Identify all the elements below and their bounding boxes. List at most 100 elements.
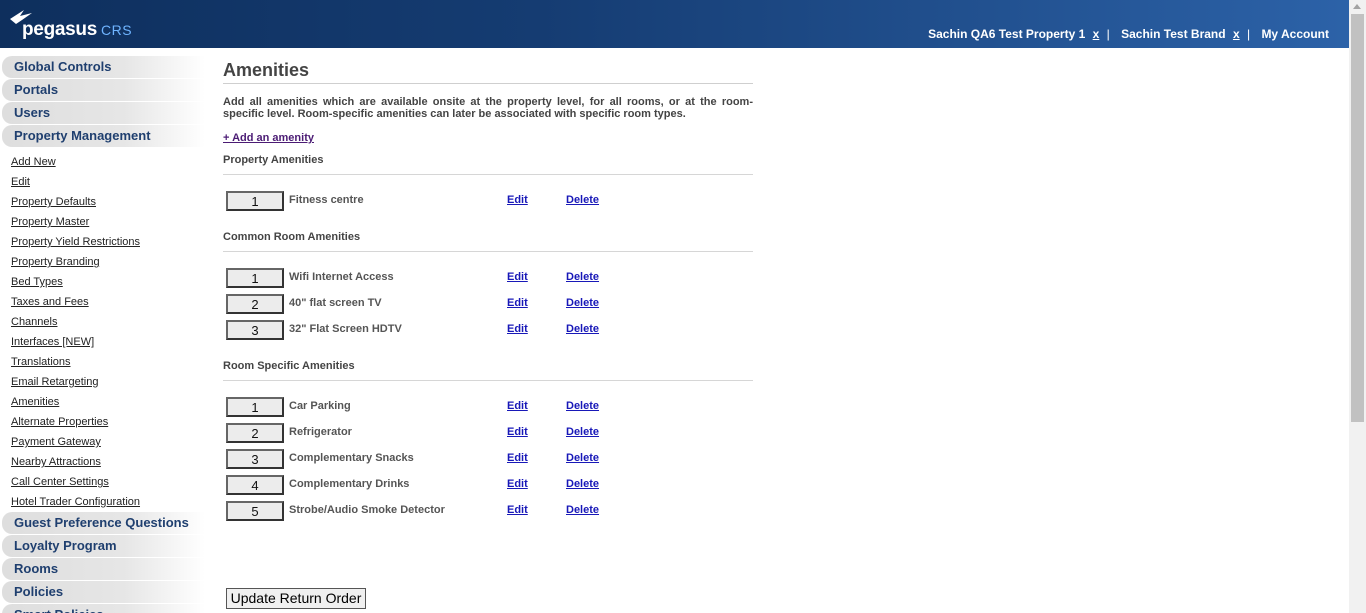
order-input[interactable]: 1 xyxy=(226,191,284,211)
delete-link[interactable]: Delete xyxy=(566,400,599,412)
amenity-row: 3 32" Flat Screen HDTV Edit Delete xyxy=(223,320,753,346)
amenity-row: 5 Strobe/Audio Smoke Detector Edit Delet… xyxy=(223,501,753,527)
scroll-up-arrow-icon[interactable] xyxy=(1353,4,1361,9)
sidebar-item-property-yield-restrictions[interactable]: Property Yield Restrictions xyxy=(11,236,140,248)
edit-link[interactable]: Edit xyxy=(507,478,528,490)
sidebar-item-bed-types[interactable]: Bed Types xyxy=(11,276,63,288)
edit-link[interactable]: Edit xyxy=(507,504,528,516)
amenity-name: Car Parking xyxy=(289,400,351,412)
separator: | xyxy=(1246,27,1251,41)
group-title: Room Specific Amenities xyxy=(223,360,355,372)
amenity-name: Strobe/Audio Smoke Detector xyxy=(289,504,445,516)
divider xyxy=(223,251,753,252)
scrollbar-thumb[interactable] xyxy=(1351,14,1364,422)
edit-link[interactable]: Edit xyxy=(507,452,528,464)
amenity-name: Wifi Internet Access xyxy=(289,271,394,283)
page-title: Amenities xyxy=(223,58,753,84)
sidebar-section-policies[interactable]: Policies xyxy=(2,581,205,603)
amenity-group-common-room: Common Room Amenities 1 Wifi Internet Ac… xyxy=(223,230,753,346)
sidebar-section-guest-preference-questions[interactable]: Guest Preference Questions xyxy=(2,512,205,534)
sidebar-section-smart-policies[interactable]: Smart Policies xyxy=(2,604,205,613)
sidebar-item-translations[interactable]: Translations xyxy=(11,356,71,368)
delete-link[interactable]: Delete xyxy=(566,478,599,490)
amenity-name: Complementary Snacks xyxy=(289,452,414,464)
amenity-name: Refrigerator xyxy=(289,426,352,438)
sidebar-item-property-defaults[interactable]: Property Defaults xyxy=(11,196,96,208)
sidebar-item-property-branding[interactable]: Property Branding xyxy=(11,256,100,268)
order-input[interactable]: 1 xyxy=(226,397,284,417)
my-account-link[interactable]: My Account xyxy=(1261,27,1329,41)
group-title: Common Room Amenities xyxy=(223,231,361,243)
logo-text: pegasus xyxy=(22,19,97,40)
sidebar-item-nearby-attractions[interactable]: Nearby Attractions xyxy=(11,456,101,468)
order-input[interactable]: 3 xyxy=(226,449,284,469)
amenity-row: 3 Complementary Snacks Edit Delete xyxy=(223,449,753,475)
current-brand: Sachin Test Brand xyxy=(1121,27,1226,41)
main-content: Amenities Add all amenities which are av… xyxy=(223,58,753,527)
delete-link[interactable]: Delete xyxy=(566,504,599,516)
sidebar-section-property-management[interactable]: Property Management xyxy=(2,125,205,147)
sidebar-section-loyalty-program[interactable]: Loyalty Program xyxy=(2,535,205,557)
sidebar-section-global-controls[interactable]: Global Controls xyxy=(2,56,205,78)
sidebar-section-rooms[interactable]: Rooms xyxy=(2,558,205,580)
sidebar-item-property-master[interactable]: Property Master xyxy=(11,216,89,228)
edit-link[interactable]: Edit xyxy=(507,194,528,206)
sidebar-item-payment-gateway[interactable]: Payment Gateway xyxy=(11,436,101,448)
delete-link[interactable]: Delete xyxy=(566,271,599,283)
current-property: Sachin QA6 Test Property 1 xyxy=(928,27,1086,41)
delete-link[interactable]: Delete xyxy=(566,323,599,335)
sidebar-item-taxes-and-fees[interactable]: Taxes and Fees xyxy=(11,296,89,308)
amenity-group-room-specific: Room Specific Amenities 1 Car Parking Ed… xyxy=(223,359,753,527)
app-header: pegasus CRS Sachin QA6 Test Property 1 x… xyxy=(0,0,1349,48)
order-input[interactable]: 5 xyxy=(226,501,284,521)
sidebar-section-users[interactable]: Users xyxy=(2,102,205,124)
edit-link[interactable]: Edit xyxy=(507,271,528,283)
amenity-name: 40" flat screen TV xyxy=(289,297,382,309)
sidebar-item-amenities[interactable]: Amenities xyxy=(11,396,59,408)
sidebar-item-add-new[interactable]: Add New xyxy=(11,156,56,168)
amenity-row: 1 Car Parking Edit Delete xyxy=(223,397,753,423)
edit-link[interactable]: Edit xyxy=(507,297,528,309)
edit-link[interactable]: Edit xyxy=(507,400,528,412)
divider xyxy=(223,380,753,381)
amenity-name: 32" Flat Screen HDTV xyxy=(289,323,402,335)
close-brand-link[interactable]: x xyxy=(1233,27,1240,41)
sidebar-item-call-center-settings[interactable]: Call Center Settings xyxy=(11,476,109,488)
separator: | xyxy=(1106,27,1110,41)
order-input[interactable]: 1 xyxy=(226,268,284,288)
sidebar-nav: Global Controls Portals Users Property M… xyxy=(0,56,205,613)
order-input[interactable]: 3 xyxy=(226,320,284,340)
amenity-row: 1 Fitness centre Edit Delete xyxy=(223,191,753,217)
sidebar-item-email-retargeting[interactable]: Email Retargeting xyxy=(11,376,98,388)
vertical-scrollbar[interactable] xyxy=(1349,0,1366,613)
amenity-name: Fitness centre xyxy=(289,194,364,206)
sidebar-item-interfaces[interactable]: Interfaces [NEW] xyxy=(11,336,94,348)
order-input[interactable]: 2 xyxy=(226,423,284,443)
amenity-row: 2 40" flat screen TV Edit Delete xyxy=(223,294,753,320)
delete-link[interactable]: Delete xyxy=(566,426,599,438)
sidebar-item-hotel-trader-configuration[interactable]: Hotel Trader Configuration xyxy=(11,496,140,508)
amenity-group-property: Property Amenities 1 Fitness centre Edit… xyxy=(223,153,753,217)
amenity-name: Complementary Drinks xyxy=(289,478,410,490)
amenity-row: 2 Refrigerator Edit Delete xyxy=(223,423,753,449)
sidebar-item-channels[interactable]: Channels xyxy=(11,316,57,328)
order-input[interactable]: 2 xyxy=(226,294,284,314)
sidebar-section-portals[interactable]: Portals xyxy=(2,79,205,101)
close-property-link[interactable]: x xyxy=(1093,27,1100,41)
group-title: Property Amenities xyxy=(223,154,324,166)
header-context-links: Sachin QA6 Test Property 1 x | Sachin Te… xyxy=(924,27,1329,41)
divider xyxy=(223,174,753,175)
order-input[interactable]: 4 xyxy=(226,475,284,495)
update-return-order-button[interactable]: Update Return Order xyxy=(226,588,366,609)
page-description: Add all amenities which are available on… xyxy=(223,96,753,120)
add-amenity-link[interactable]: + Add an amenity xyxy=(223,132,314,144)
delete-link[interactable]: Delete xyxy=(566,297,599,309)
delete-link[interactable]: Delete xyxy=(566,194,599,206)
sidebar-item-edit[interactable]: Edit xyxy=(11,176,30,188)
amenity-row: 1 Wifi Internet Access Edit Delete xyxy=(223,268,753,294)
delete-link[interactable]: Delete xyxy=(566,452,599,464)
sidebar-item-alternate-properties[interactable]: Alternate Properties xyxy=(11,416,108,428)
amenity-row: 4 Complementary Drinks Edit Delete xyxy=(223,475,753,501)
edit-link[interactable]: Edit xyxy=(507,323,528,335)
edit-link[interactable]: Edit xyxy=(507,426,528,438)
